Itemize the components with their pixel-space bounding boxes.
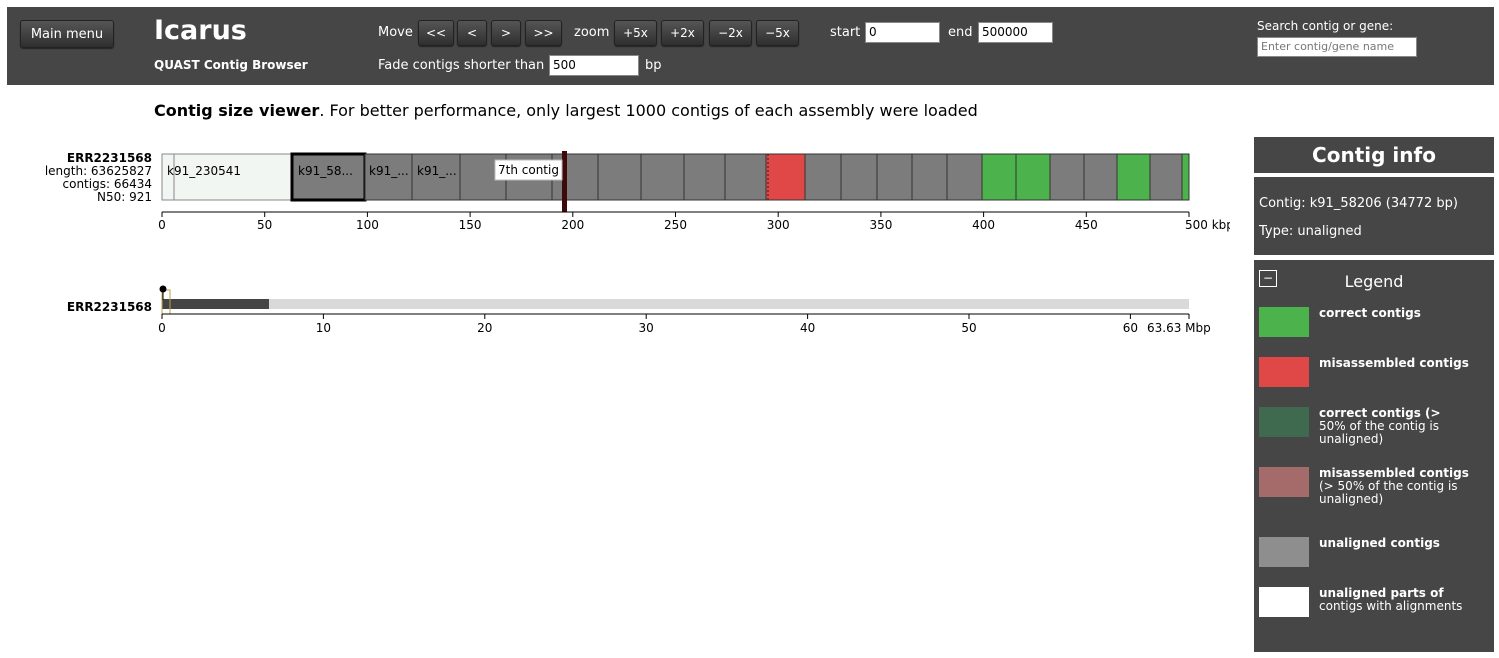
legend-swatch-misassembled xyxy=(1259,357,1309,387)
top-tick-400: 400 xyxy=(972,218,995,232)
correct-contig-block-4[interactable] xyxy=(1181,153,1190,201)
legend-item-correct-unaligned-title: correct contigs (> xyxy=(1319,406,1441,420)
legend-item-misassembled-unaligned-title: misassembled contigs xyxy=(1319,466,1469,480)
contig-block-8[interactable] xyxy=(597,153,642,201)
contig-block-10[interactable] xyxy=(683,153,726,201)
contig-label-4: k91_... xyxy=(417,164,457,178)
position-marker[interactable] xyxy=(562,151,567,212)
contig-block-15[interactable] xyxy=(876,153,913,201)
overview-pin-icon[interactable] xyxy=(159,285,167,293)
contig-label-1: k91_230541 xyxy=(167,164,241,178)
top-tick-200: 200 xyxy=(561,218,584,232)
top-tick-250: 250 xyxy=(664,218,687,232)
legend-item-unaligned-parts: unaligned parts of contigs with alignment… xyxy=(1319,587,1489,613)
top-tick-50: 50 xyxy=(257,218,272,232)
legend-item-misassembled-title: misassembled contigs xyxy=(1319,356,1469,370)
legend-swatch-correct xyxy=(1259,307,1309,337)
legend-item-misassembled-unaligned: misassembled contigs (> 50% of the contig… xyxy=(1319,467,1489,506)
top-tick-300: 300 xyxy=(767,218,790,232)
search-placeholder: Enter contig/gene name xyxy=(1261,40,1395,53)
top-tick-500: 500 kbp xyxy=(1185,218,1230,232)
contig-track-area: k91_230541 k91_58... k91_... k91_... 7th… xyxy=(67,151,1230,335)
contig-block-11[interactable] xyxy=(724,153,767,201)
contig-info-type: Type: unaligned xyxy=(1259,224,1362,239)
top-tick-100: 100 xyxy=(356,218,379,232)
legend-swatch-unaligned xyxy=(1259,537,1309,567)
overview-tick-50: 50 xyxy=(961,321,976,335)
legend-item-correct-unaligned: correct contigs (> 50% of the contig is u… xyxy=(1319,407,1489,446)
contig-block-16[interactable] xyxy=(911,153,948,201)
contig-block-9[interactable] xyxy=(640,153,685,201)
overview-tick-60: 60 xyxy=(1123,321,1138,335)
top-axis-ticks xyxy=(161,212,1190,217)
legend-item-unaligned-parts-desc: contigs with alignments xyxy=(1319,599,1463,613)
legend-item-misassembled: misassembled contigs xyxy=(1319,357,1489,370)
contig-label-2: k91_58... xyxy=(298,164,353,178)
legend-item-correct: correct contigs xyxy=(1319,307,1489,320)
contig-block-14[interactable] xyxy=(840,153,878,201)
top-tick-350: 350 xyxy=(869,218,892,232)
contig-info-title: Contig info xyxy=(1254,137,1494,173)
overview-tick-30: 30 xyxy=(639,321,654,335)
contig-block-20[interactable] xyxy=(1049,153,1085,201)
top-tick-150: 150 xyxy=(459,218,482,232)
legend-swatch-misassembled-unaligned xyxy=(1259,467,1309,497)
legend-panel: − Legend correct contigs misassembled co… xyxy=(1254,260,1494,652)
marker-tooltip-text: 7th contig xyxy=(498,163,559,177)
contig-info-panel: Contig: k91_58206 (34772 bp) Type: unali… xyxy=(1254,177,1494,255)
contig-block-13[interactable] xyxy=(804,153,842,201)
overview-tick-40: 40 xyxy=(800,321,815,335)
search-input[interactable]: Enter contig/gene name xyxy=(1257,37,1417,57)
contig-block-17[interactable] xyxy=(946,153,983,201)
legend-item-unaligned-title: unaligned contigs xyxy=(1319,536,1440,550)
overview-axis-ticks xyxy=(161,314,1190,319)
legend-item-unaligned-parts-title: unaligned parts of xyxy=(1319,586,1444,600)
overview-assembly-name: ERR2231568 xyxy=(67,300,152,314)
overview-tick-10: 10 xyxy=(316,321,331,335)
contig-label-3: k91_... xyxy=(369,164,409,178)
overview-tick-0: 0 xyxy=(158,321,166,335)
legend-item-correct-title: correct contigs xyxy=(1319,306,1421,320)
legend-swatch-unaligned-parts xyxy=(1259,587,1309,617)
overview-tick-20: 20 xyxy=(477,321,492,335)
contig-block-23[interactable] xyxy=(1149,153,1183,201)
overview-tick-end: 63.63 Mbp xyxy=(1147,321,1211,335)
legend-item-misassembled-unaligned-desc: (> 50% of the contig is unaligned) xyxy=(1319,479,1458,506)
misassembled-contig-block[interactable] xyxy=(765,153,806,201)
search-label: Search contig or gene: xyxy=(1257,19,1394,33)
legend-swatch-correct-unaligned xyxy=(1259,407,1309,437)
top-tick-450: 450 xyxy=(1075,218,1098,232)
correct-contig-block-1[interactable] xyxy=(981,153,1017,201)
overview-loaded-range xyxy=(162,299,269,309)
correct-contig-block-2[interactable] xyxy=(1015,153,1051,201)
correct-contig-block-3[interactable] xyxy=(1116,153,1151,201)
overview-track[interactable] xyxy=(162,299,1189,309)
contig-info-name: Contig: k91_58206 (34772 bp) xyxy=(1259,196,1458,211)
legend-item-unaligned: unaligned contigs xyxy=(1319,537,1489,550)
legend-item-correct-unaligned-desc: 50% of the contig is unaligned) xyxy=(1319,419,1439,446)
contig-block-21[interactable] xyxy=(1083,153,1118,201)
top-tick-0: 0 xyxy=(158,218,166,232)
legend-title: Legend xyxy=(1344,272,1404,291)
